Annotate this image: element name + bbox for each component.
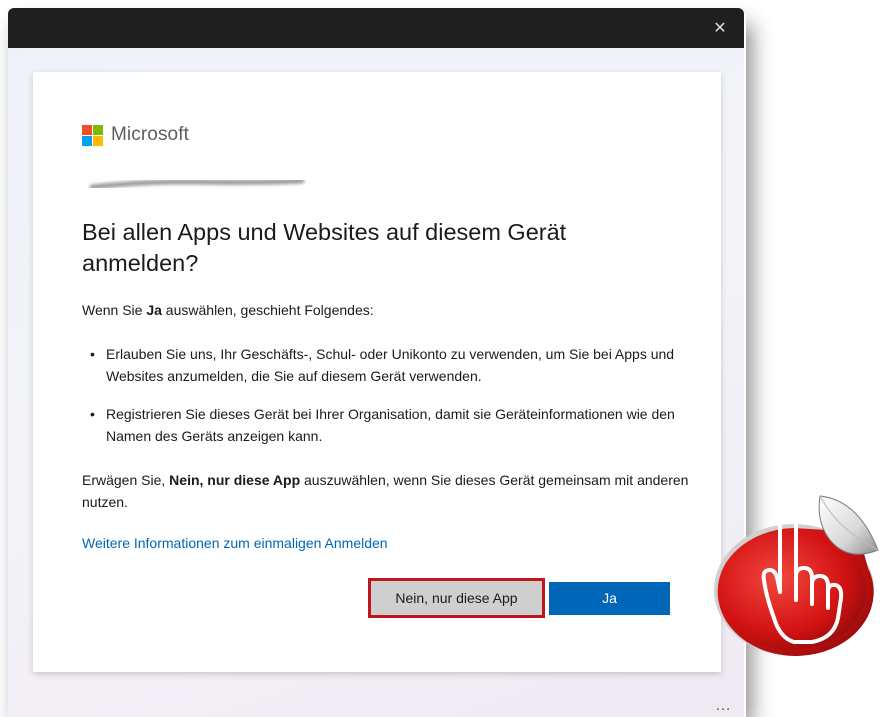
microsoft-logo: Microsoft bbox=[82, 124, 189, 146]
no-this-app-only-button[interactable]: Nein, nur diese App bbox=[368, 578, 545, 618]
list-item: Erlauben Sie uns, Ihr Geschäfts-, Schul-… bbox=[82, 343, 692, 387]
yes-button[interactable]: Ja bbox=[549, 582, 670, 615]
title-bar: ✕ bbox=[8, 8, 744, 48]
microsoft-logo-icon bbox=[82, 124, 103, 146]
note-text: Erwägen Sie, Nein, nur diese App auszuwä… bbox=[82, 472, 689, 510]
pointing-hand-icon bbox=[714, 495, 879, 656]
brand-name: Microsoft bbox=[111, 124, 189, 145]
redacted-account-name bbox=[89, 179, 305, 190]
consequence-list: Erlauben Sie uns, Ihr Geschäfts-, Schul-… bbox=[82, 343, 692, 463]
close-icon[interactable]: ✕ bbox=[706, 16, 734, 40]
intro-text: Wenn Sie Ja auswählen, geschieht Folgend… bbox=[82, 302, 374, 318]
dialog-heading: Bei allen Apps und Websites auf diesem G… bbox=[82, 219, 567, 276]
more-options-icon[interactable]: … bbox=[715, 697, 732, 715]
list-item: Registrieren Sie dieses Gerät bei Ihrer … bbox=[82, 403, 692, 447]
learn-more-link[interactable]: Weitere Informationen zum einmaligen Anm… bbox=[82, 532, 388, 554]
